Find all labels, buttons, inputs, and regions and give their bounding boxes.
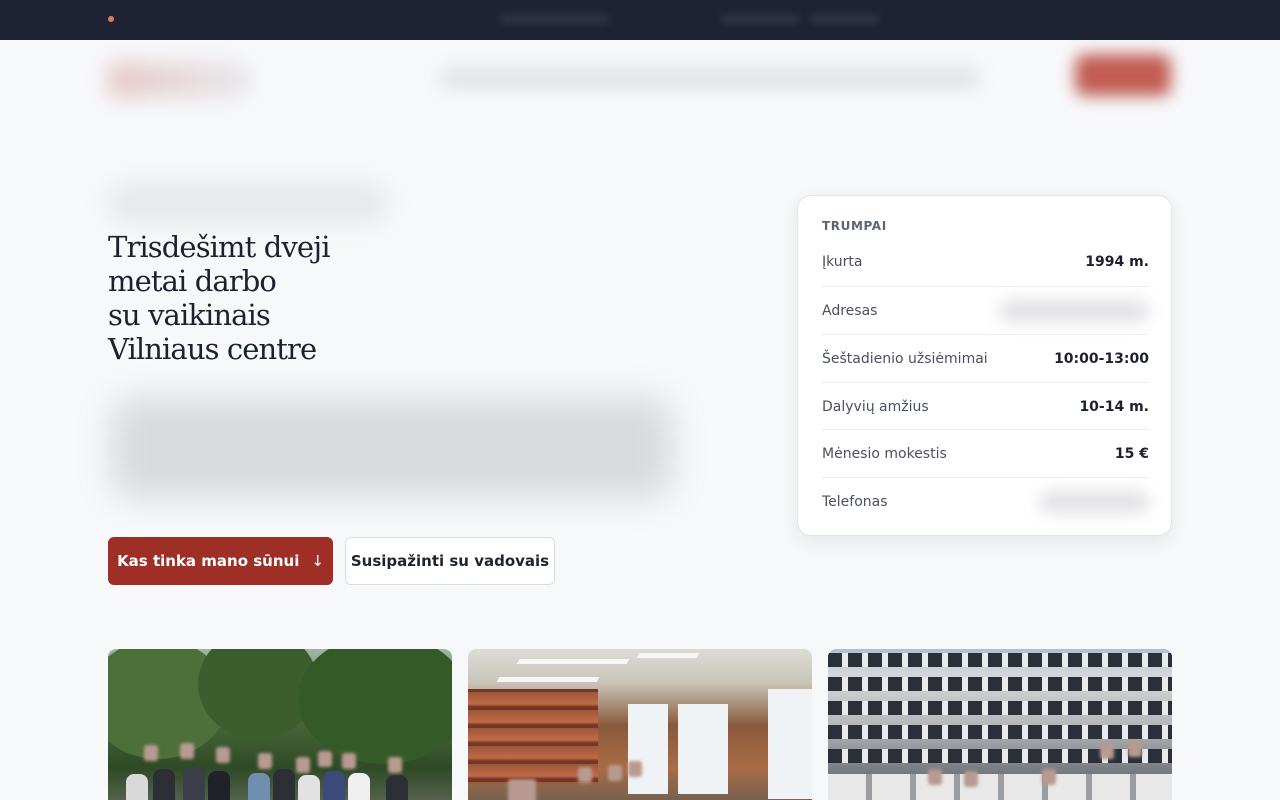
blurred-face: [258, 753, 272, 769]
building-windows: [828, 701, 1172, 715]
window: [678, 704, 728, 794]
person-shape: [153, 769, 175, 800]
blurred-face: [928, 769, 942, 785]
person-shape: [208, 771, 230, 800]
ceiling-lamp: [496, 677, 600, 682]
hero-eyebrow-blurred: [108, 182, 388, 224]
nav-links-blurred[interactable]: [440, 68, 980, 88]
building-windows: [828, 749, 1172, 763]
blurred-face: [216, 747, 230, 763]
hero-title-line: metai darbo: [108, 264, 277, 298]
blurred-face: [1042, 769, 1056, 785]
hero-title: Trisdešimt dveji metai darbo su vaikinai…: [108, 230, 368, 366]
blurred-face: [628, 761, 642, 777]
status-dot-icon: [108, 16, 114, 22]
blurred-face: [342, 753, 356, 769]
meet-leaders-label: Susipažinti su vadovais: [350, 552, 550, 570]
hero-title-line: su vaikinais: [108, 298, 271, 332]
fact-value: 10-14 m.: [1079, 398, 1149, 415]
quick-facts-card: TRUMPAI Įkurta 1994 m. Adresas Šeštadien…: [797, 195, 1172, 536]
top-bar-blurred-text: [720, 14, 800, 24]
hero-title-line: Trisdešimt dveji: [108, 230, 330, 264]
fact-value: 15 €: [1114, 445, 1149, 462]
fit-for-my-son-label: Kas tinka mano sūnui: [117, 552, 300, 570]
building-windows: [828, 725, 1172, 739]
top-bar-blurred-text: [500, 14, 610, 24]
person-shape: [126, 774, 148, 800]
building-windows: [828, 677, 1172, 691]
hero-lead-blurred: [112, 398, 672, 498]
blurred-face: [296, 757, 310, 773]
ceiling-lamp: [636, 653, 700, 658]
fact-row-address: Adresas: [822, 286, 1149, 334]
fact-row-founded: Įkurta 1994 m.: [822, 238, 1149, 286]
blurred-face: [508, 779, 536, 800]
ceiling-lamp: [516, 659, 630, 664]
fact-value-blurred: [1039, 490, 1149, 513]
person-shape: [183, 767, 205, 800]
person-shape: [248, 773, 270, 800]
fact-row-phone: Telefonas: [822, 477, 1149, 525]
blurred-face: [578, 767, 592, 783]
blurred-face: [1100, 743, 1114, 759]
hero-title-line: Vilniaus centre: [108, 332, 317, 366]
fact-label: Šeštadienio užsiėmimai: [822, 350, 988, 367]
nav-cta-button[interactable]: [1075, 54, 1171, 96]
blurred-face: [388, 757, 402, 773]
fact-value: 10:00-13:00: [1054, 350, 1149, 367]
quick-facts-heading: TRUMPAI: [822, 219, 887, 233]
photo-library-classroom[interactable]: [468, 649, 812, 800]
window: [768, 689, 812, 799]
large-letters-sign: [828, 774, 1172, 800]
fact-value: 1994 m.: [1085, 254, 1149, 270]
blurred-face: [180, 743, 194, 759]
tree-shape: [298, 649, 452, 764]
blurred-face: [144, 745, 158, 761]
fact-value-blurred: [999, 299, 1149, 322]
fact-label: Mėnesio mokestis: [822, 445, 947, 462]
top-bar: [0, 0, 1280, 40]
person-shape: [386, 775, 408, 800]
person-shape: [348, 773, 370, 800]
photo-building-exterior[interactable]: [828, 649, 1172, 800]
fact-label: Įkurta: [822, 254, 863, 270]
fit-for-my-son-button[interactable]: Kas tinka mano sūnui ↓: [108, 537, 333, 585]
photo-group-forest[interactable]: [108, 649, 452, 800]
photo-gallery: [108, 649, 1172, 800]
blurred-face: [608, 765, 622, 781]
site-logo[interactable]: [108, 62, 248, 98]
blurred-face: [1128, 741, 1142, 757]
window: [628, 704, 668, 794]
blurred-face: [964, 771, 978, 787]
fact-row-monthly-fee: Mėnesio mokestis 15 €: [822, 429, 1149, 477]
blurred-face: [318, 751, 332, 767]
person-shape: [273, 769, 295, 800]
meet-leaders-button[interactable]: Susipažinti su vadovais: [345, 537, 555, 585]
fact-label: Adresas: [822, 302, 878, 319]
person-shape: [323, 771, 345, 800]
arrow-down-icon: ↓: [311, 552, 324, 570]
fact-label: Dalyvių amžius: [822, 398, 929, 415]
fact-label: Telefonas: [822, 493, 888, 510]
building-windows: [828, 653, 1172, 667]
person-shape: [298, 775, 320, 800]
fact-row-participant-age: Dalyvių amžius 10-14 m.: [822, 382, 1149, 430]
fact-row-saturday-sessions: Šeštadienio užsiėmimai 10:00-13:00: [822, 334, 1149, 382]
top-bar-blurred-text: [810, 14, 880, 24]
